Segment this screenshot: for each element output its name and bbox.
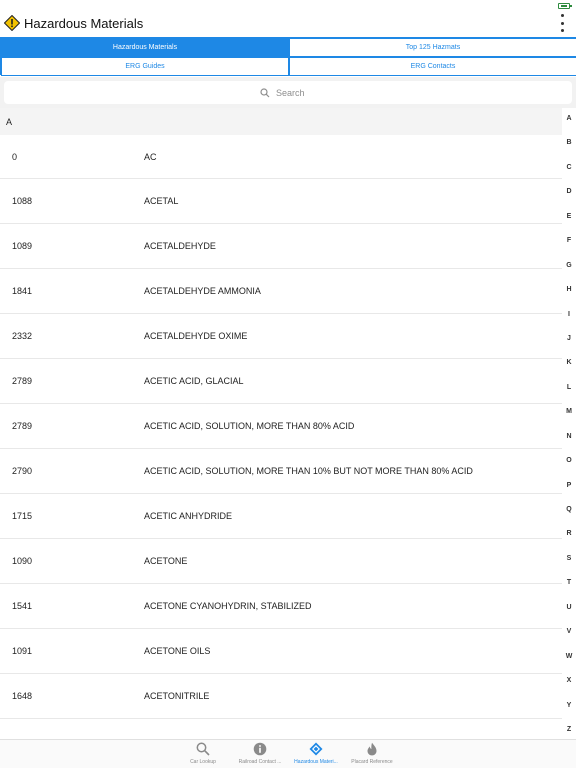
nav-placard-reference[interactable]: Placard Reference [343,742,401,768]
menu-dot [560,14,564,17]
material-name: ACETONITRILE [144,691,210,701]
overflow-menu-icon[interactable] [558,14,566,32]
flame-icon [367,742,377,756]
un-number: 2790 [12,466,33,476]
list-item[interactable]: 1091 ACETONE OILS [0,629,562,674]
list-item[interactable]: 2789 ACETIC ACID, SOLUTION, MORE THAN 80%… [0,404,562,449]
list-item[interactable]: 1841 ACETALDEHYDE AMMONIA [0,269,562,314]
index-letter[interactable]: S [567,554,572,563]
page-title: Hazardous Materials [24,16,144,31]
list-item[interactable]: 1715 ACETIC ANHYDRIDE [0,494,562,539]
un-number: 0 [12,151,18,162]
index-letter[interactable]: R [566,529,571,538]
index-letter[interactable]: X [567,676,572,685]
segmented-control: Hazardous Materials Top 125 Hazmats ERG … [0,37,576,76]
list-item[interactable]: 2790 ACETIC ACID, SOLUTION, MORE THAN 10%… [0,449,562,494]
info-icon [253,742,267,756]
nav-label: Placard Reference [351,759,393,765]
index-letter[interactable]: J [567,334,571,343]
un-number: 1090 [12,556,33,566]
hazmat-diamond-icon [309,742,323,756]
list-item[interactable]: 1088 ACETAL [0,179,562,224]
material-name: ACETONE [144,556,188,566]
menu-dot [560,21,564,25]
index-letter[interactable]: D [566,187,571,196]
hazmat-logo-icon [4,15,20,31]
hazmat-list: 0 AC 1088 ACETAL 1089 ACETALDEHYDE 1841 ACETALD… [0,135,562,739]
list-item[interactable]: 2332 ACETALDEHYDE OXIME [0,314,562,359]
bottom-navigation: Car Lookup Railroad Contact ... Hazardou… [0,739,576,768]
index-letter[interactable]: F [567,236,571,245]
list-item[interactable]: 1541 ACETONE CYANOHYDRIN, STABILIZED [0,584,562,629]
index-letter[interactable]: U [566,603,571,612]
index-letter[interactable]: W [566,652,573,661]
index-letter[interactable]: N [566,432,571,441]
tab-erg-contacts[interactable]: ERG Contacts [289,57,576,76]
material-name: ACETONE CYANOHYDRIN, STABILIZED [144,601,312,611]
search-icon [260,87,270,97]
nav-label: Hazardous Materi... [294,759,338,765]
index-letter[interactable]: P [567,481,572,490]
list-item[interactable]: 2789 ACETIC ACID, GLACIAL [0,359,562,404]
un-number: 2332 [12,331,33,341]
tab-top-125-hazmats[interactable]: Top 125 Hazmats [289,38,576,57]
material-name: ACETIC ANHYDRIDE [144,511,233,521]
un-number: 1089 [12,241,33,251]
list-item[interactable]: 0 AC [0,135,562,179]
index-letter[interactable]: E [567,212,572,221]
un-number: 1715 [12,511,33,521]
index-letter[interactable]: T [567,578,571,587]
title-bar: Hazardous Materials [0,0,576,36]
un-number: 2789 [12,421,33,431]
index-letter[interactable]: O [566,456,571,465]
material-name: ACETIC ACID, GLACIAL [144,376,244,386]
material-name: ACETIC ACID, SOLUTION, MORE THAN 80% ACI… [144,421,355,431]
index-letter[interactable]: H [566,285,571,294]
index-letter[interactable]: B [566,138,571,147]
material-name: ACETONE OILS [144,646,211,656]
tab-erg-guides[interactable]: ERG Guides [1,57,289,76]
search-bar [0,77,576,108]
index-letter[interactable]: I [568,310,570,319]
un-number: 1648 [12,691,33,701]
index-letter[interactable]: Q [566,505,571,514]
index-letter[interactable]: V [567,627,572,636]
search-field[interactable] [4,81,572,104]
list-item[interactable]: 1089 ACETALDEHYDE [0,224,562,269]
index-letter[interactable]: G [566,261,571,270]
list-item[interactable]: 1090 ACETONE [0,539,562,584]
un-number: 1091 [12,646,33,656]
material-name: ACETALDEHYDE AMMONIA [144,286,261,296]
nav-label: Railroad Contact ... [238,759,282,765]
un-number: 1088 [12,196,33,206]
section-header: A [0,108,562,135]
index-letter[interactable]: Z [567,725,571,734]
index-letter[interactable]: A [566,114,571,123]
index-letter[interactable]: Y [567,701,572,710]
un-number: 1541 [12,601,33,611]
search-icon [196,742,210,756]
material-name: ACETIC ACID, SOLUTION, MORE THAN 10% BUT… [144,466,473,476]
list-item[interactable]: 1648 ACETONITRILE [0,674,562,719]
material-name: ACETAL [144,196,179,206]
material-name: ACETALDEHYDE OXIME [144,331,248,341]
battery-icon [558,3,572,9]
material-name: ACETALDEHYDE [144,241,216,251]
alphabet-index: A B C D E F G H I J K L M N O P Q R S T U V W X Y Z [562,108,576,738]
material-name: AC [144,151,157,162]
nav-label: Car Lookup [190,759,216,765]
nav-car-lookup[interactable]: Car Lookup [174,742,232,768]
tab-hazardous-materials[interactable]: Hazardous Materials [1,38,289,57]
nav-railroad-contacts[interactable]: Railroad Contact ... [231,742,289,768]
index-letter[interactable]: K [566,358,571,367]
index-letter[interactable]: C [566,163,571,172]
index-letter[interactable]: M [566,407,572,416]
menu-dot [560,29,564,32]
nav-hazardous-materials[interactable]: Hazardous Materi... [287,742,345,768]
un-number: 1841 [12,286,33,296]
un-number: 2789 [12,376,33,386]
index-letter[interactable]: L [567,383,571,392]
search-input[interactable] [276,87,316,98]
